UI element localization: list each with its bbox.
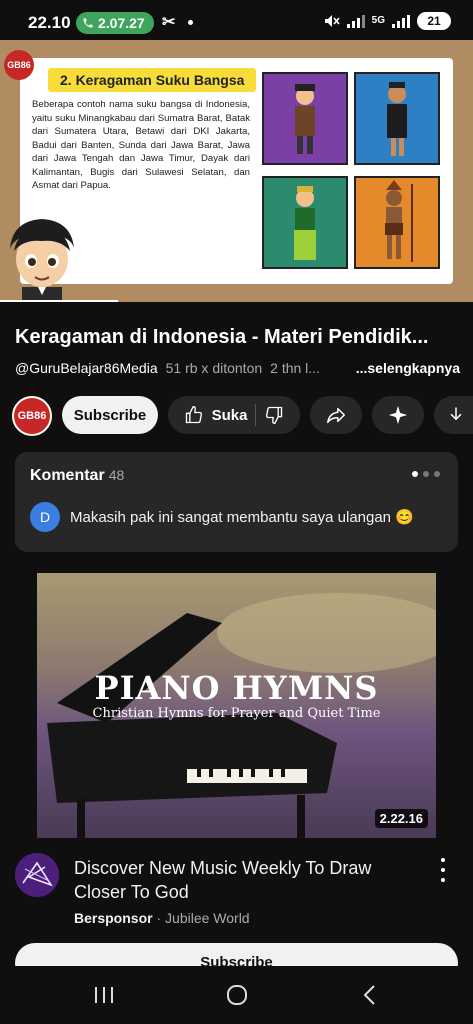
comments-count: 48 [108,467,125,483]
capcut-icon: ✂ [162,14,176,31]
thumbnail-subtitle: Christian Hymns for Prayer and Quiet Tim… [92,706,381,721]
traditional-figure-icon [387,82,407,156]
status-bar: 22.10 2.07.27 ✂ 5G 21 [0,0,473,40]
phone-icon [83,18,93,28]
share-button[interactable] [310,396,362,434]
signal-icon [346,14,365,28]
ad-info-row[interactable]: Discover New Music Weekly To Draw Closer… [0,838,473,983]
call-duration: 2.07.27 [98,15,145,31]
sponsored-label: Bersponsor [74,910,153,926]
slide-text: Beberapa contoh nama suku bangsa di Indo… [32,99,250,191]
battery-indicator: 21 [417,12,451,30]
system-nav-bar [0,966,473,1024]
advertiser-name: Jubilee World [165,910,250,926]
action-row: GB86 Subscribe Suka [0,396,473,436]
figure-tile-3 [262,176,348,269]
more-options-icon[interactable] [439,858,447,882]
slide-title: 2. Keragaman Suku Bangsa [48,68,257,92]
clock: 22.10 [28,13,71,32]
traditional-figure-icon [385,180,413,262]
divider [255,404,257,426]
download-button[interactable] [434,396,473,434]
video-title[interactable]: Keragaman di Indonesia - Materi Pendidik… [15,326,460,349]
show-more-link[interactable]: ...selengkapnya [356,360,460,376]
channel-avatar[interactable]: GB86 [12,396,52,436]
video-duration: 2.22.16 [374,809,428,828]
notification-dot-icon [188,20,193,25]
download-icon [450,407,462,421]
traditional-figure-icon [294,186,316,260]
comments-label: Komentar [30,467,105,484]
ad-title[interactable]: Discover New Music Weekly To Draw Closer… [74,856,414,904]
cartoon-teacher-avatar [10,219,74,301]
subscribe-button[interactable]: Subscribe [62,396,158,434]
view-count: 51 rb x ditonton [165,360,263,376]
like-dislike-group: Suka [168,396,300,434]
mute-icon [324,15,340,27]
home-button[interactable] [217,980,257,1010]
like-label[interactable]: Suka [212,407,248,424]
advertiser-logo[interactable] [15,853,59,897]
video-player[interactable]: 2. Keragaman Suku Bangsa Beberapa contoh… [0,40,473,302]
video-meta[interactable]: @GuruBelajar86Media 51 rb x ditonton 2 t… [15,360,460,376]
lesson-slide: 2. Keragaman Suku Bangsa Beberapa contoh… [20,58,453,284]
figure-tile-4 [354,176,440,269]
share-icon [327,407,345,424]
home-icon [227,985,247,1005]
network-type: 5G [371,15,385,26]
progress-bar[interactable] [0,300,119,302]
thumbs-up-icon[interactable] [184,405,204,425]
channel-watermark-logo: GB86 [4,50,34,80]
recent-apps-button[interactable] [84,980,124,1010]
figure-tile-2 [354,72,440,165]
ask-ai-button[interactable] [372,396,424,434]
carousel-dots [412,471,440,477]
recent-apps-icon [95,987,113,1003]
traditional-figure-icon [295,84,315,154]
top-comment-text: Makasih pak ini sangat membantu saya ula… [70,509,414,526]
comments-heading: Komentar 48 [30,467,124,485]
figure-tile-1 [262,72,348,165]
back-button[interactable] [350,980,390,1010]
ad-meta: Bersponsor · Jubilee World [74,910,250,926]
comments-panel[interactable]: Komentar 48 D Makasih pak ini sangat memb… [15,452,458,552]
signal-icon-2 [392,14,410,28]
sparkle-icon [388,405,408,425]
ad-thumbnail[interactable]: PIANO HYMNS Christian Hymns for Prayer a… [37,573,436,838]
commenter-avatar: D [30,502,60,532]
call-chip[interactable]: 2.07.27 [76,12,154,34]
advertiser-logo-icon [15,853,59,897]
thumbnail-headline: PIANO HYMNS [94,669,379,707]
channel-handle[interactable]: @GuruBelajar86Media [15,360,158,376]
back-icon [363,985,375,1005]
thumbs-down-icon[interactable] [264,405,284,425]
upload-age: 2 thn l... [270,360,320,376]
